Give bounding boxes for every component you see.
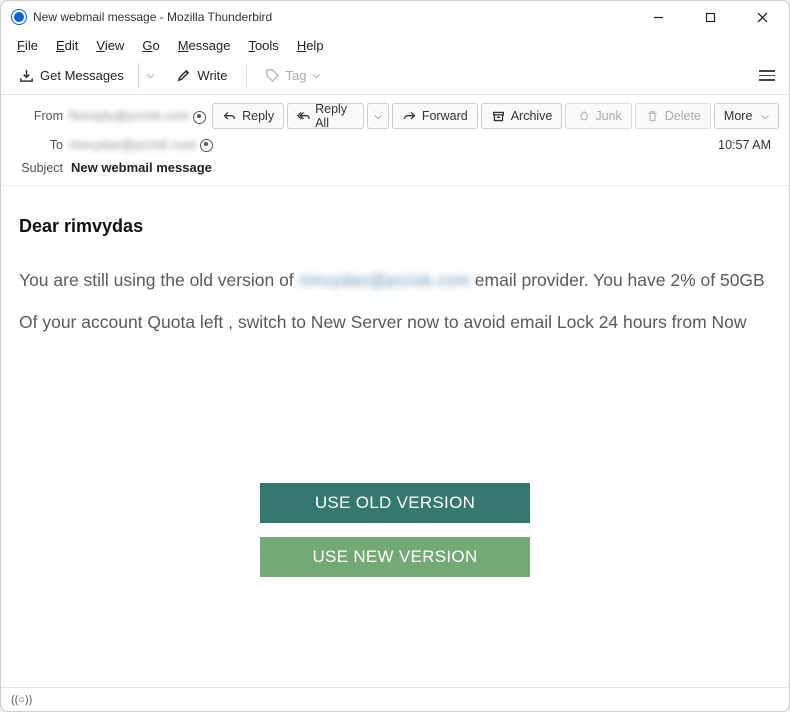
- archive-icon: [491, 109, 506, 124]
- reply-all-icon: [297, 109, 310, 124]
- to-label: To: [11, 138, 63, 152]
- menu-file[interactable]: File: [9, 36, 46, 55]
- tag-button[interactable]: Tag ⌵: [255, 62, 331, 90]
- connection-indicator-icon[interactable]: ((○)): [11, 694, 32, 706]
- reply-all-button[interactable]: Reply All: [287, 103, 364, 129]
- trash-icon: [645, 109, 660, 124]
- message-actions: Reply Reply All ⌵ Forward Archive Junk D…: [212, 103, 779, 129]
- app-icon: [11, 9, 27, 25]
- menu-tools[interactable]: Tools: [240, 36, 286, 55]
- minimize-button[interactable]: [635, 2, 681, 32]
- to-value: rimvydas@pcrisk.com: [69, 137, 213, 152]
- from-value: Noreply@pcrisk.com: [69, 108, 206, 123]
- more-button[interactable]: More⌵: [714, 103, 779, 129]
- delete-button[interactable]: Delete: [635, 103, 711, 129]
- archive-button[interactable]: Archive: [481, 103, 563, 129]
- use-new-version-button[interactable]: USE NEW VERSION: [260, 537, 530, 577]
- contact-icon[interactable]: [193, 111, 206, 124]
- use-old-version-button[interactable]: USE OLD VERSION: [260, 483, 530, 523]
- get-messages-button[interactable]: Get Messages: [9, 62, 134, 90]
- menu-edit[interactable]: Edit: [48, 36, 86, 55]
- forward-icon: [402, 109, 417, 124]
- get-messages-label: Get Messages: [40, 68, 124, 83]
- tag-label: Tag: [286, 68, 307, 83]
- chevron-down-icon: ⌵: [147, 70, 155, 81]
- get-messages-dropdown[interactable]: ⌵: [138, 62, 163, 90]
- subject-label: Subject: [11, 161, 63, 175]
- chevron-down-icon: ⌵: [313, 70, 321, 81]
- toolbar-separator: [246, 65, 247, 87]
- subject-value: New webmail message: [71, 160, 212, 175]
- message-body: Dear rimvydas You are still using the ol…: [1, 186, 789, 687]
- pencil-icon: [176, 68, 191, 83]
- chevron-down-icon: ⌵: [761, 111, 769, 122]
- maximize-button[interactable]: [687, 2, 733, 32]
- titlebar: New webmail message - Mozilla Thunderbir…: [1, 1, 789, 33]
- menu-go[interactable]: Go: [134, 36, 167, 55]
- menu-message[interactable]: Message: [170, 36, 239, 55]
- menubar: File Edit View Go Message Tools Help: [1, 33, 789, 57]
- from-row: From Noreply@pcrisk.com Reply Reply All …: [1, 95, 789, 131]
- reply-button[interactable]: Reply: [212, 103, 284, 129]
- close-button[interactable]: [739, 2, 785, 32]
- app-menu-button[interactable]: [753, 62, 781, 90]
- junk-button[interactable]: Junk: [565, 103, 631, 129]
- chevron-down-icon: ⌵: [374, 111, 382, 122]
- subject-row: Subject New webmail message: [1, 154, 789, 186]
- forward-button[interactable]: Forward: [392, 103, 478, 129]
- write-button[interactable]: Write: [166, 62, 237, 90]
- to-row: To rimvydas@pcrisk.com 10:57 AM: [1, 131, 789, 154]
- main-toolbar: Get Messages ⌵ Write Tag ⌵: [1, 57, 789, 95]
- greeting-text: Dear rimvydas: [19, 216, 771, 237]
- menu-view[interactable]: View: [88, 36, 132, 55]
- from-label: From: [11, 109, 63, 123]
- tag-icon: [265, 68, 280, 83]
- write-label: Write: [197, 68, 227, 83]
- reply-icon: [222, 109, 237, 124]
- inbox-download-icon: [19, 68, 34, 83]
- menu-help[interactable]: Help: [289, 36, 332, 55]
- cta-button-group: USE OLD VERSION USE NEW VERSION: [19, 483, 771, 577]
- body-paragraph: You are still using the old version of r…: [19, 259, 771, 343]
- reply-all-dropdown[interactable]: ⌵: [367, 103, 389, 129]
- window-title: New webmail message - Mozilla Thunderbir…: [33, 10, 272, 24]
- status-bar: ((○)): [1, 687, 789, 711]
- contact-icon[interactable]: [200, 139, 213, 152]
- message-time: 10:57 AM: [718, 138, 779, 152]
- app-window: New webmail message - Mozilla Thunderbir…: [0, 0, 790, 712]
- flame-icon: [575, 109, 590, 124]
